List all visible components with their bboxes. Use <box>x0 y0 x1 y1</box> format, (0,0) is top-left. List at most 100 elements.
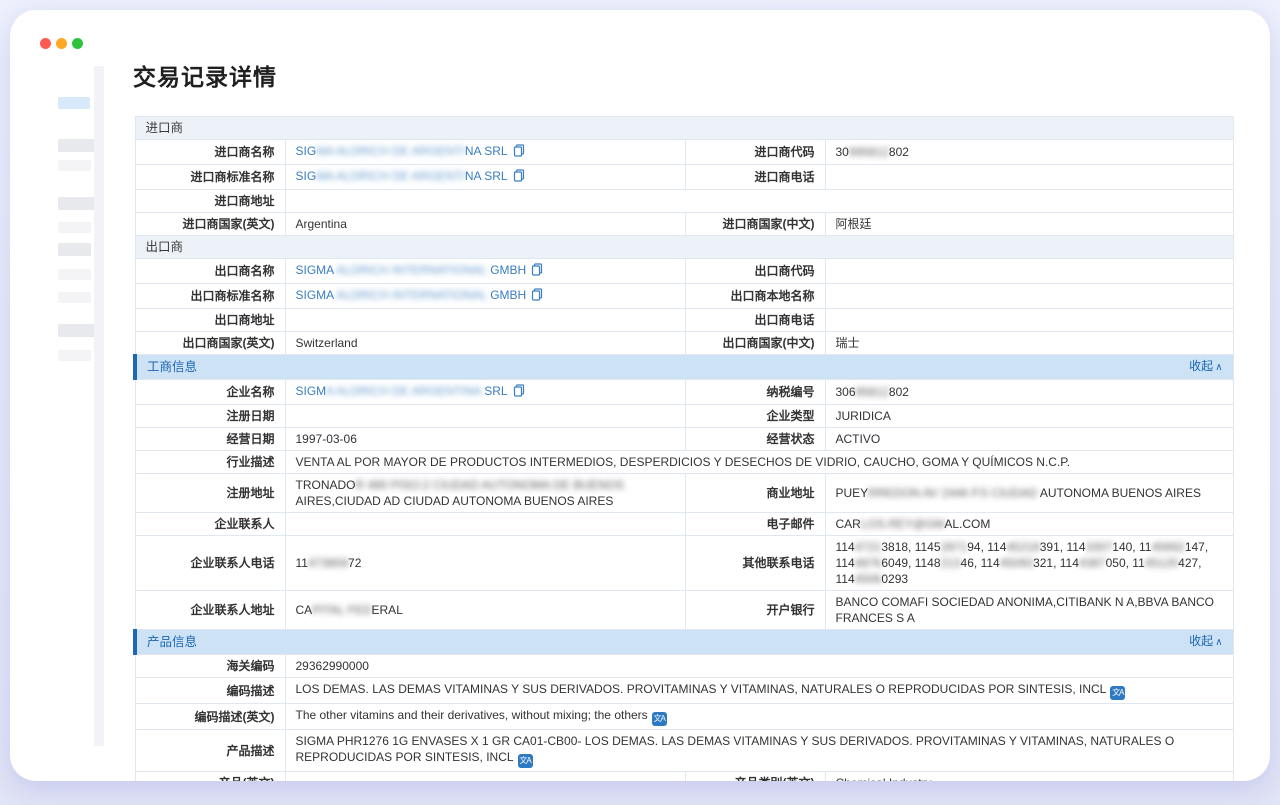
chevron-up-icon: ∧ <box>1215 362 1222 373</box>
table-row: 出口商标准名称 SIGMA ALDRICH INTERNATIONAL GMBH… <box>135 284 1233 309</box>
contact-label: 企业联系人 <box>135 513 285 536</box>
sidebar-skeleton-bar <box>58 222 91 233</box>
exporter-country-en-label: 出口商国家(英文) <box>135 332 285 355</box>
business-section-title: 工商信息 <box>147 359 197 375</box>
table-row: 企业联系人 电子邮件 CARLOS.REY@GMAL.COM <box>135 513 1233 536</box>
importer-std-name-label: 进口商标准名称 <box>135 165 285 190</box>
company-type-label: 企业类型 <box>685 405 825 428</box>
business-section-header: 工商信息 收起∧ <box>135 355 1233 380</box>
contact-phone-label: 企业联系人电话 <box>135 536 285 591</box>
company-name-label: 企业名称 <box>135 380 285 405</box>
chevron-up-icon: ∧ <box>1215 637 1222 648</box>
maximize-button[interactable] <box>72 38 83 49</box>
product-en-label: 产品(英文) <box>135 772 285 782</box>
importer-address-label: 进口商地址 <box>135 190 285 213</box>
exporter-address-value <box>285 309 685 332</box>
bank-label: 开户银行 <box>685 591 825 630</box>
product-collapse-button[interactable]: 收起∧ <box>1189 633 1222 651</box>
tax-id-label: 纳税编号 <box>685 380 825 405</box>
close-button[interactable] <box>40 38 51 49</box>
exporter-std-name-label: 出口商标准名称 <box>135 284 285 309</box>
importer-country-cn-label: 进口商国家(中文) <box>685 213 825 236</box>
importer-phone-label: 进口商电话 <box>685 165 825 190</box>
translate-icon[interactable]: 文A <box>518 754 533 768</box>
biz-address-label: 商业地址 <box>685 474 825 513</box>
reg-date-value <box>285 405 685 428</box>
op-status-value: ACTIVO <box>825 428 1233 451</box>
code-desc-en-label: 编码描述(英文) <box>135 704 285 730</box>
sidebar-skeleton-bar <box>58 292 91 303</box>
category-en-label: 产品类别(英文) <box>685 772 825 782</box>
sidebar-divider <box>94 66 104 746</box>
importer-name-link[interactable]: SIGMA ALDRICH DE ARGENTINA SRL <box>296 144 508 158</box>
importer-section-header: 进口商 <box>135 117 1233 140</box>
reg-address-label: 注册地址 <box>135 474 285 513</box>
code-desc-label: 编码描述 <box>135 678 285 704</box>
copy-icon[interactable] <box>513 384 525 401</box>
importer-name-label: 进口商名称 <box>135 140 285 165</box>
product-section-title: 产品信息 <box>147 634 197 650</box>
exporter-std-name-link[interactable]: SIGMA ALDRICH INTERNATIONAL GMBH <box>296 288 527 302</box>
importer-code-value: 30695812802 <box>825 140 1233 165</box>
importer-std-name-value: SIGMA ALDRICH DE ARGENTINA SRL <box>285 165 685 190</box>
table-row: 企业名称 SIGMA ALDRICH DE ARGENTINA SRL 纳税编号… <box>135 380 1233 405</box>
copy-icon[interactable] <box>531 288 543 305</box>
table-row: 企业联系人地址 CAPITAL FEDERAL 开户银行 BANCO COMAF… <box>135 591 1233 630</box>
table-row: 企业联系人电话 1147385972 其他联系电话 11447213818, 1… <box>135 536 1233 591</box>
exporter-phone-value <box>825 309 1233 332</box>
other-phones-value: 11447213818, 1145287194, 11445218391, 11… <box>825 536 1233 591</box>
company-type-value: JURIDICA <box>825 405 1233 428</box>
browser-window: 交易记录详情 进口商 进口商名称 SIGMA ALDRICH DE ARGENT… <box>10 10 1270 781</box>
sidebar-skeleton-bar <box>58 269 91 280</box>
importer-address-value <box>285 190 1233 213</box>
exporter-name-link[interactable]: SIGMA ALDRICH INTERNATIONAL GMBH <box>296 263 527 277</box>
contact-address-value: CAPITAL FEDERAL <box>285 591 685 630</box>
sidebar-skeleton-active <box>58 97 90 109</box>
op-status-label: 经营状态 <box>685 428 825 451</box>
importer-std-name-link[interactable]: SIGMA ALDRICH DE ARGENTINA SRL <box>296 169 508 183</box>
hs-code-value: 29362990000 <box>285 655 1233 678</box>
product-en-value <box>285 772 685 782</box>
importer-country-cn-value: 阿根廷 <box>825 213 1233 236</box>
translate-icon[interactable]: 文A <box>652 712 667 726</box>
table-row: 注册地址 TRONADOR 480 PISO:2 CIUDAD AUTONOMA… <box>135 474 1233 513</box>
table-row: 编码描述 LOS DEMAS. LAS DEMAS VITAMINAS Y SU… <box>135 678 1233 704</box>
contact-phone-value: 1147385972 <box>285 536 685 591</box>
table-row: 出口商地址 出口商电话 <box>135 309 1233 332</box>
biz-address-value: PUEYRREDON AV 2446 P.5 CIUDAD AUTONOMA B… <box>825 474 1233 513</box>
category-en-value: Chemical Industry <box>825 772 1233 782</box>
copy-icon[interactable] <box>513 144 525 161</box>
copy-icon[interactable] <box>531 263 543 280</box>
email-value: CARLOS.REY@GMAL.COM <box>825 513 1233 536</box>
reg-date-label: 注册日期 <box>135 405 285 428</box>
email-label: 电子邮件 <box>685 513 825 536</box>
reg-address-value: TRONADOR 480 PISO:2 CIUDAD AUTONOMA DE B… <box>285 474 685 513</box>
code-desc-value: LOS DEMAS. LAS DEMAS VITAMINAS Y SUS DER… <box>285 678 1233 704</box>
exporter-country-cn-value: 瑞士 <box>825 332 1233 355</box>
exporter-country-cn-label: 出口商国家(中文) <box>685 332 825 355</box>
contact-address-label: 企业联系人地址 <box>135 591 285 630</box>
tax-id-value: 30695812802 <box>825 380 1233 405</box>
table-row: 进口商标准名称 SIGMA ALDRICH DE ARGENTINA SRL 进… <box>135 165 1233 190</box>
sidebar-skeleton-bar <box>58 160 91 171</box>
table-row: 出口商国家(英文) Switzerland 出口商国家(中文) 瑞士 <box>135 332 1233 355</box>
bank-value: BANCO COMAFI SOCIEDAD ANONIMA,CITIBANK N… <box>825 591 1233 630</box>
page-title: 交易记录详情 <box>133 58 1232 92</box>
code-desc-en-value: The other vitamins and their derivatives… <box>285 704 1233 730</box>
op-date-label: 经营日期 <box>135 428 285 451</box>
detail-table: 进口商 进口商名称 SIGMA ALDRICH DE ARGENTINA SRL… <box>133 116 1234 781</box>
product-section-header: 产品信息 收起∧ <box>135 630 1233 655</box>
translate-icon[interactable]: 文A <box>1110 686 1125 700</box>
exporter-local-name-label: 出口商本地名称 <box>685 284 825 309</box>
company-name-link[interactable]: SIGMA ALDRICH DE ARGENTINA SRL <box>296 384 508 398</box>
product-desc-label: 产品描述 <box>135 730 285 772</box>
table-row: 产品(英文) 产品类别(英文) Chemical Industry <box>135 772 1233 782</box>
copy-icon[interactable] <box>513 169 525 186</box>
table-row: 进口商国家(英文) Argentina 进口商国家(中文) 阿根廷 <box>135 213 1233 236</box>
table-row: 出口商名称 SIGMA ALDRICH INTERNATIONAL GMBH 出… <box>135 259 1233 284</box>
business-collapse-button[interactable]: 收起∧ <box>1189 358 1222 376</box>
exporter-address-label: 出口商地址 <box>135 309 285 332</box>
exporter-country-en-value: Switzerland <box>285 332 685 355</box>
sidebar-skeleton-bar <box>58 350 91 361</box>
minimize-button[interactable] <box>56 38 67 49</box>
